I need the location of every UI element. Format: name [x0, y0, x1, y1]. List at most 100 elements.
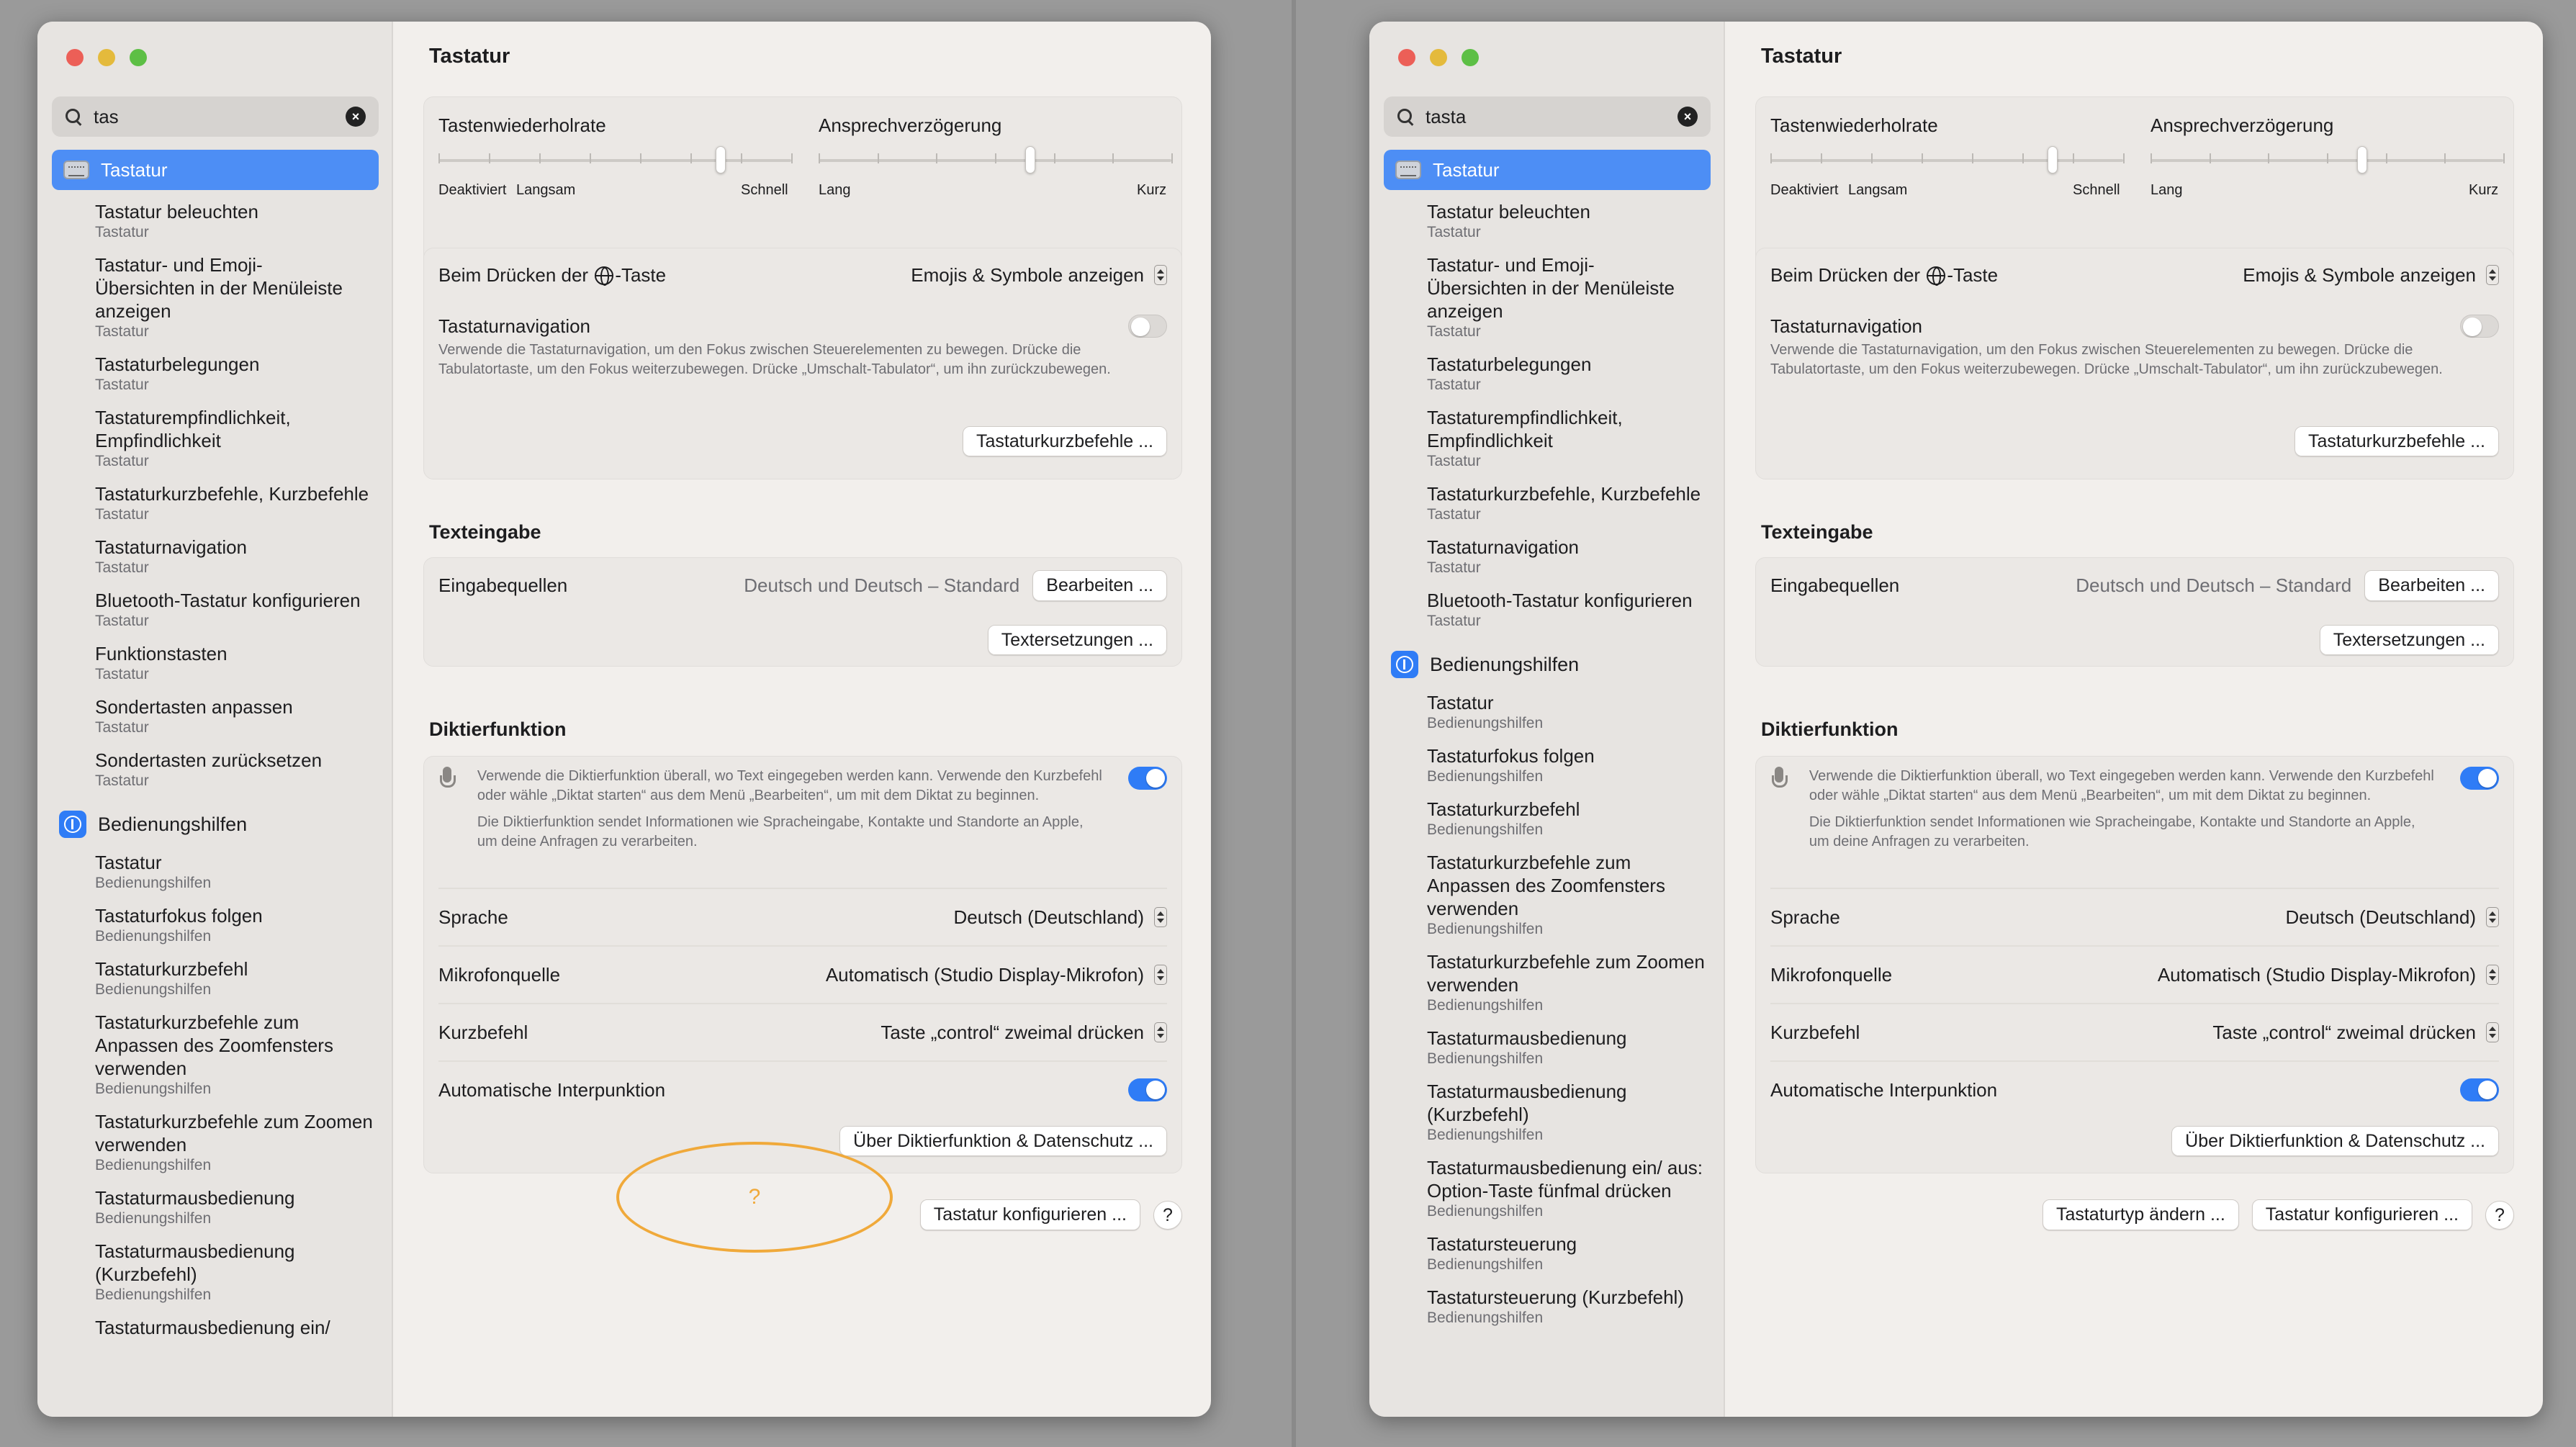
keyboard-shortcuts-button[interactable]: Tastaturkurzbefehle ... [963, 426, 1167, 456]
result-category: Tastatur [95, 772, 149, 789]
search-result-item[interactable]: Tastaturfokus folgen Bedienungshilfen [1384, 739, 1711, 792]
search-result-item[interactable]: Bluetooth-Tastatur konfigurieren Tastatur [1384, 583, 1711, 636]
clear-search-icon[interactable]: × [1677, 107, 1698, 127]
configure-keyboard-button[interactable]: Tastatur konfigurieren ... [919, 1199, 1140, 1230]
slider-thumb[interactable] [1025, 146, 1035, 173]
edit-input-sources-button[interactable]: Bearbeiten ... [1032, 569, 1167, 601]
search-result-item[interactable]: Funktionstasten Tastatur [52, 636, 379, 690]
clear-search-icon[interactable]: × [346, 107, 366, 127]
auto-punctuation-toggle[interactable] [2460, 1078, 2499, 1101]
search-result-item[interactable]: Tastatur beleuchten Tastatur [1384, 194, 1711, 248]
search-result-item[interactable]: Tastaturmausbedienung (Kurzbefehl) Bedien… [52, 1234, 379, 1310]
search-result-item[interactable]: Sondertasten zurücksetzen Tastatur [52, 743, 379, 796]
result-title: Tastaturnavigation [1427, 536, 1580, 558]
search-field[interactable]: × [52, 96, 379, 137]
language-popup[interactable]: Deutsch (Deutschland) [2286, 906, 2499, 929]
page-title: Tastatur [429, 45, 510, 68]
search-result-item[interactable]: Tastaturmausbedienung Bedienungshilfen [1384, 1021, 1711, 1074]
dictation-privacy-button[interactable]: Über Diktierfunktion & Datenschutz ... [839, 1126, 1167, 1156]
search-result-item[interactable]: Tastaturnavigation Tastatur [52, 530, 379, 583]
change-keyboard-type-button[interactable]: Tastaturtyp ändern ... [2042, 1199, 2239, 1230]
configure-keyboard-button[interactable]: Tastatur konfigurieren ... [2251, 1199, 2472, 1230]
search-field[interactable]: × [1384, 96, 1711, 137]
zoom-window-button[interactable] [130, 49, 147, 66]
search-result-item[interactable]: Tastatur- und Emoji- Übersichten in der … [1384, 248, 1711, 347]
keyboard-shortcuts-button[interactable]: Tastaturkurzbefehle ... [2294, 426, 2499, 456]
slider-tick [539, 153, 541, 163]
search-result-item[interactable]: Tastaturkurzbefehl Bedienungshilfen [52, 952, 379, 1005]
text-replacements-button[interactable]: Textersetzungen ... [2319, 625, 2499, 655]
close-window-button[interactable] [1398, 49, 1415, 66]
slider-thumb[interactable] [2048, 146, 2058, 173]
search-result-item[interactable]: Tastaturkurzbefehl Bedienungshilfen [1384, 792, 1711, 845]
search-result-item[interactable]: Tastaturmausbedienung (Kurzbefehl) Bedien… [1384, 1074, 1711, 1150]
edit-input-sources-button[interactable]: Bearbeiten ... [2364, 569, 2499, 601]
sidebar-group-bedienungshilfen[interactable]: Bedienungshilfen [37, 796, 392, 845]
shortcut-popup[interactable]: Taste „control“ zweimal drücken [881, 1022, 1167, 1044]
dictation-toggle[interactable] [1128, 767, 1167, 790]
minimize-window-button[interactable] [1430, 49, 1447, 66]
mic-source-popup[interactable]: Automatisch (Studio Display-Mikrofon) [2158, 964, 2499, 986]
search-result-item[interactable]: Tastaturmausbedienung ein/ [52, 1310, 379, 1345]
search-input[interactable] [94, 105, 346, 128]
result-category: Bedienungshilfen [1427, 1256, 1544, 1273]
search-result-item[interactable]: Tastatur- und Emoji- Übersichten in der … [52, 248, 379, 347]
search-result-item[interactable]: Tastatursteuerung Bedienungshilfen [1384, 1227, 1711, 1280]
search-result-item[interactable]: Tastatur Bedienungshilfen [52, 845, 379, 898]
search-result-item[interactable]: Tastaturmausbedienung Bedienungshilfen [52, 1181, 379, 1234]
slider-track[interactable] [1770, 159, 2123, 162]
sidebar-group-bedienungshilfen[interactable]: Bedienungshilfen [1369, 636, 1724, 685]
search-result-item[interactable]: Tastatur Bedienungshilfen [1384, 685, 1711, 739]
search-result-item[interactable]: Tastaturempfindlichkeit, Empfindlichkeit… [52, 400, 379, 477]
main-pane: Tastatur Tastenwiederholrate Ansprechver… [395, 22, 1211, 1417]
text-input-heading: Texteingabe [1761, 521, 1873, 543]
search-result-item[interactable]: Tastaturkurzbefehle zum Anpassen des Zoo… [52, 1005, 379, 1104]
dictation-toggle[interactable] [2460, 767, 2499, 790]
search-result-item[interactable]: Tastatursteuerung (Kurzbefehl) Bedienungs… [1384, 1280, 1711, 1333]
search-result-item[interactable]: Sondertasten anpassen Tastatur [52, 690, 379, 743]
slider-track[interactable] [438, 159, 791, 162]
auto-punctuation-toggle[interactable] [1128, 1078, 1167, 1101]
help-button[interactable]: ? [2485, 1200, 2514, 1230]
slider-tick [2385, 153, 2387, 163]
search-result-item[interactable]: Tastatur beleuchten Tastatur [52, 194, 379, 248]
mic-source-popup[interactable]: Automatisch (Studio Display-Mikrofon) [826, 964, 1167, 986]
keyboard-nav-toggle[interactable] [2460, 315, 2499, 338]
search-input[interactable] [1426, 105, 1677, 128]
result-title: Tastatur [1427, 692, 1494, 713]
search-result-item[interactable]: Tastaturkurzbefehle zum Anpassen des Zoo… [1384, 845, 1711, 945]
dictation-description: Verwende die Diktierfunktion überall, wo… [1809, 768, 2434, 803]
search-result-item[interactable]: Tastaturkurzbefehle zum Zoomen verwenden… [52, 1104, 379, 1181]
slider-thumb[interactable] [2357, 146, 2367, 173]
minimize-window-button[interactable] [98, 49, 115, 66]
search-result-item[interactable]: Tastaturnavigation Tastatur [1384, 530, 1711, 583]
close-window-button[interactable] [66, 49, 84, 66]
search-result-item[interactable]: Tastaturempfindlichkeit, Empfindlichkeit… [1384, 400, 1711, 477]
globe-key-popup[interactable]: Emojis & Symbole anzeigen [2243, 264, 2499, 287]
text-replacements-button[interactable]: Textersetzungen ... [987, 625, 1167, 655]
sidebar-item-tastatur[interactable]: Tastatur [52, 150, 379, 190]
microphone-icon [438, 767, 456, 795]
result-category: Tastatur [1427, 613, 1481, 629]
zoom-window-button[interactable] [1462, 49, 1479, 66]
search-result-item[interactable]: Bluetooth-Tastatur konfigurieren Tastatur [52, 583, 379, 636]
search-result-item[interactable]: Tastaturbelegungen Tastatur [52, 347, 379, 400]
dictation-privacy-button[interactable]: Über Diktierfunktion & Datenschutz ... [2171, 1126, 2499, 1156]
search-result-item[interactable]: Tastaturkurzbefehle zum Zoomen verwenden… [1384, 945, 1711, 1021]
help-button[interactable]: ? [1153, 1200, 1182, 1230]
result-title: Tastaturmausbedienung ein/ aus: Option-T… [1427, 1157, 1703, 1202]
globe-key-popup[interactable]: Emojis & Symbole anzeigen [911, 264, 1167, 287]
result-title: Tastaturmausbedienung [1427, 1027, 1627, 1049]
slider-thumb[interactable] [716, 146, 726, 173]
keyboard-nav-toggle[interactable] [1128, 315, 1167, 338]
repeat-rate-max: Schnell [741, 182, 788, 198]
sidebar-item-tastatur[interactable]: Tastatur [1384, 150, 1711, 190]
search-result-item[interactable]: Tastaturmausbedienung ein/ aus: Option-T… [1384, 1150, 1711, 1227]
search-result-item[interactable]: Tastaturfokus folgen Bedienungshilfen [52, 898, 379, 952]
search-result-item[interactable]: Tastaturkurzbefehle, Kurzbefehle Tastatur [1384, 477, 1711, 530]
shortcut-popup[interactable]: Taste „control“ zweimal drücken [2212, 1022, 2499, 1044]
search-result-item[interactable]: Tastaturbelegungen Tastatur [1384, 347, 1711, 400]
language-popup[interactable]: Deutsch (Deutschland) [954, 906, 1167, 929]
repeat-rate-min1: Deaktiviert [1770, 182, 1839, 198]
search-result-item[interactable]: Tastaturkurzbefehle, Kurzbefehle Tastatur [52, 477, 379, 530]
